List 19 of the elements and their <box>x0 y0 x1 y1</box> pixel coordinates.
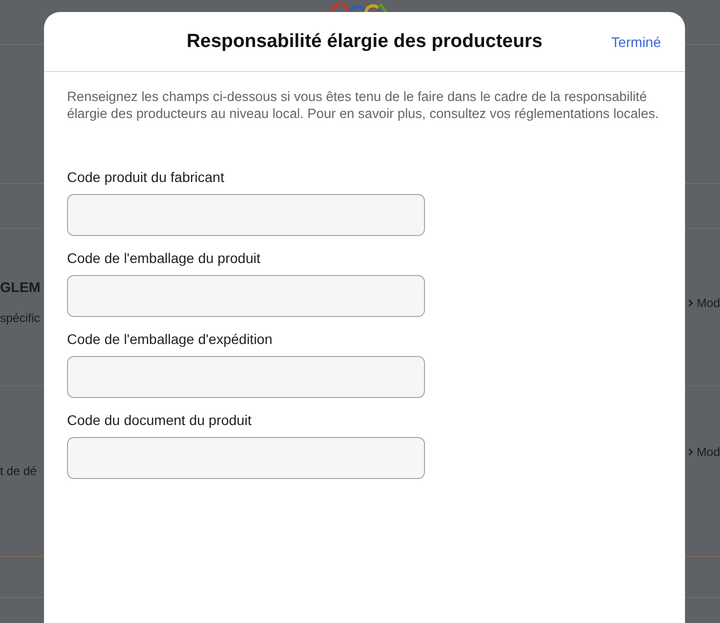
field-label: Code du document du produit <box>67 412 252 428</box>
edit-link[interactable]: Mod <box>696 445 720 459</box>
chevron-icon <box>688 299 693 307</box>
section-heading: GLEM <box>0 279 40 295</box>
input-field[interactable] <box>67 194 425 236</box>
edit-link[interactable]: Mod <box>696 296 720 310</box>
intro-text: Renseignez les champs ci-dessous si vous êtes tenu de le faire dans le cadre de la responsabilité élargie des producteurs au niveau local. Pour en savoir plus, consultez vos réglementations locales. <box>67 88 660 122</box>
input-field[interactable] <box>67 275 425 317</box>
section-text: t de dé <box>0 464 37 478</box>
field-label: Code de l'emballage du produit <box>67 250 262 266</box>
done-button[interactable]: Terminé <box>601 34 661 50</box>
field-label: Code produit du fabricant <box>67 169 226 185</box>
field-label: Code de l'emballage d'expédition <box>67 331 274 347</box>
input-field[interactable] <box>67 437 425 479</box>
dialog-title: Responsabilité élargie des producteurs <box>186 30 544 52</box>
chevron-icon <box>688 448 693 456</box>
input-field[interactable] <box>67 356 425 398</box>
section-text: spécific <box>0 311 40 325</box>
logo-icon <box>330 0 390 12</box>
